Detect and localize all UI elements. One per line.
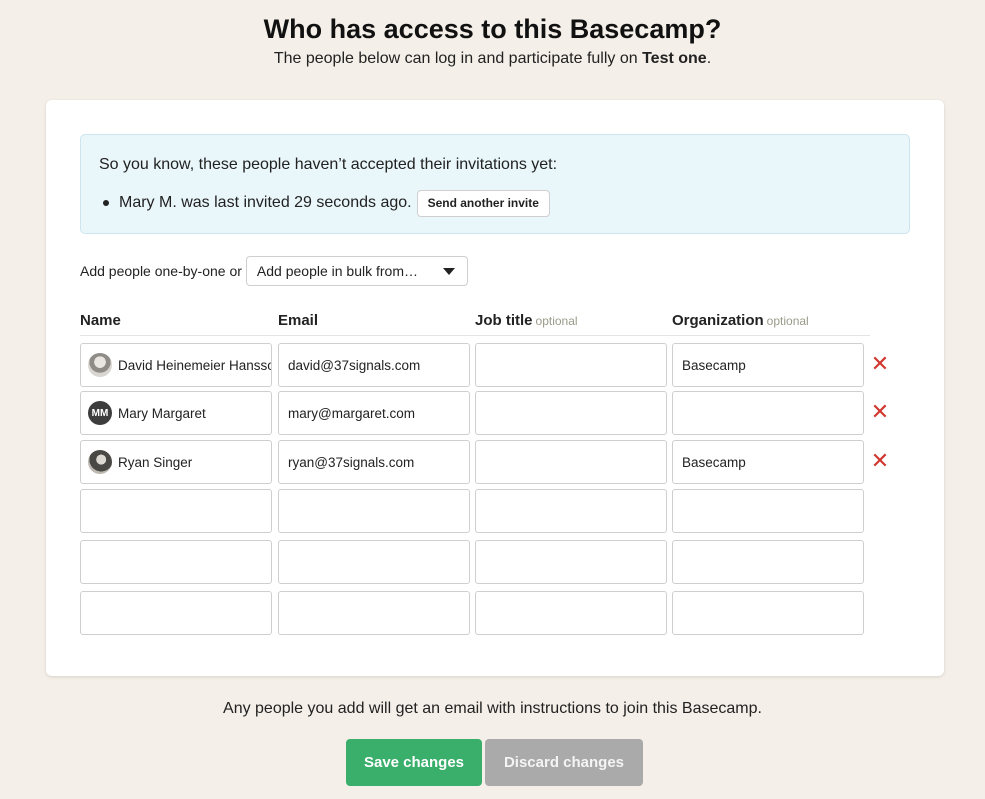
job-title-field[interactable] — [475, 440, 667, 484]
bulk-add-label: Add people in bulk from… — [256, 263, 418, 279]
people-card: So you know, these people haven’t accept… — [46, 100, 944, 676]
bullet-icon — [103, 200, 109, 206]
pending-invites-notice: So you know, these people haven’t accept… — [80, 134, 910, 234]
avatar — [88, 353, 112, 377]
avatar: MM — [88, 401, 112, 425]
header-organization: Organization optional — [672, 312, 809, 329]
organization-field[interactable] — [672, 540, 864, 584]
name-field[interactable]: Ryan Singer — [80, 440, 272, 484]
person-name: Mary Margaret — [118, 405, 206, 421]
name-field[interactable] — [80, 489, 272, 533]
footer-note: Any people you add will get an email wit… — [223, 700, 762, 717]
subtitle-suffix: . — [706, 50, 712, 67]
page-subtitle: The people below can log in and particip… — [0, 50, 985, 68]
send-another-invite-button[interactable]: Send another invite — [416, 189, 550, 217]
person-row: Ryan Singer ryan@37signals.com Basecamp … — [80, 440, 910, 484]
empty-row — [80, 591, 910, 635]
page-title: Who has access to this Basecamp? — [263, 14, 722, 44]
table-header: Name Email Job title optional Organizatio… — [80, 310, 870, 336]
optional-tag: optional — [535, 314, 578, 328]
organization-field[interactable] — [672, 591, 864, 635]
close-x-icon[interactable]: ✕ — [870, 401, 890, 423]
job-title-field[interactable] — [475, 343, 667, 387]
person-name: David Heinemeier Hansson — [118, 357, 272, 373]
organization-field[interactable] — [672, 489, 864, 533]
name-field[interactable] — [80, 591, 272, 635]
pending-invite-text: Mary M. was last invited 29 seconds ago. — [119, 194, 412, 211]
person-row: MM Mary Margaret mary@margaret.com ✕ — [80, 391, 910, 435]
pending-invite-item: Mary M. was last invited 29 seconds ago.… — [99, 189, 550, 217]
email-field[interactable] — [278, 540, 470, 584]
caret-down-icon — [442, 267, 455, 275]
empty-row — [80, 540, 910, 584]
save-changes-button[interactable]: Save changes — [346, 739, 482, 786]
name-field[interactable]: David Heinemeier Hansson — [80, 343, 272, 387]
bulk-add-dropdown[interactable]: Add people in bulk from… — [245, 256, 468, 286]
subtitle-prefix: The people below can log in and particip… — [273, 50, 643, 67]
organization-field[interactable] — [672, 391, 864, 435]
organization-field[interactable]: Basecamp — [672, 440, 864, 484]
header-email: Email — [278, 312, 319, 329]
email-field[interactable]: ryan@37signals.com — [278, 440, 470, 484]
add-people-label: Add people one-by-one or — [80, 263, 242, 279]
header-name: Name — [80, 312, 121, 329]
add-people-row: Add people one-by-one or Add people in b… — [80, 256, 468, 286]
job-title-field[interactable] — [475, 591, 667, 635]
name-field[interactable]: MM Mary Margaret — [80, 391, 272, 435]
organization-field[interactable]: Basecamp — [672, 343, 864, 387]
notice-text: So you know, these people haven’t accept… — [99, 156, 558, 173]
job-title-field[interactable] — [475, 391, 667, 435]
header-job-title: Job title optional — [475, 312, 578, 329]
close-x-icon[interactable]: ✕ — [870, 353, 890, 375]
email-field[interactable] — [278, 489, 470, 533]
job-title-field[interactable] — [475, 540, 667, 584]
project-name: Test one — [642, 50, 707, 67]
close-x-icon[interactable]: ✕ — [870, 450, 890, 472]
email-field[interactable] — [278, 591, 470, 635]
discard-changes-button[interactable]: Discard changes — [485, 739, 643, 786]
person-name: Ryan Singer — [118, 454, 193, 470]
name-field[interactable] — [80, 540, 272, 584]
email-field[interactable]: david@37signals.com — [278, 343, 470, 387]
optional-tag: optional — [766, 314, 809, 328]
empty-row — [80, 489, 910, 533]
person-row: David Heinemeier Hansson david@37signals… — [80, 343, 910, 387]
avatar — [88, 450, 112, 474]
email-field[interactable]: mary@margaret.com — [278, 391, 470, 435]
job-title-field[interactable] — [475, 489, 667, 533]
